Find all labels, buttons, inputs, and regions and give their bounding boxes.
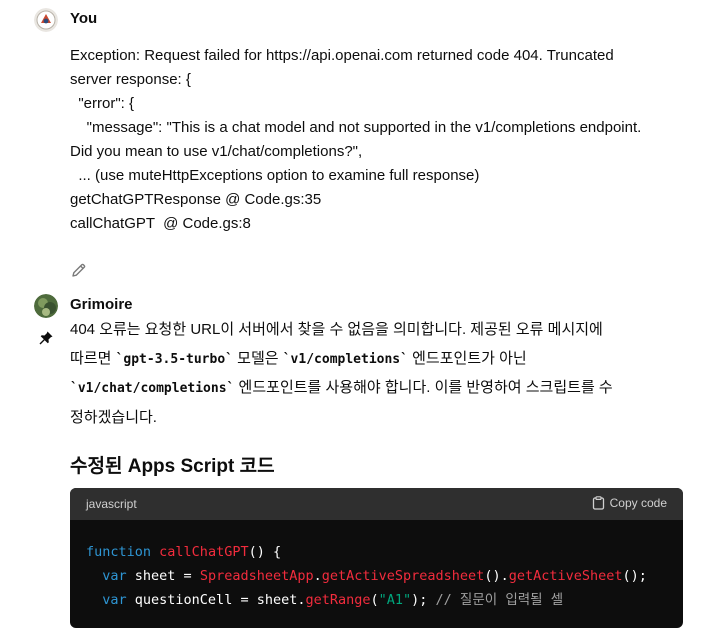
code-block-header: javascript Copy code <box>70 488 683 520</box>
code-language-label: javascript <box>86 497 137 511</box>
user-line: Did you mean to use v1/chat/completions?… <box>70 143 363 160</box>
code-line: var sheet = SpreadsheetApp.getActiveSpre… <box>102 568 647 584</box>
user-message-text: Exception: Request failed for https://ap… <box>70 44 680 236</box>
inline-code: `gpt-3.5-turbo` <box>115 351 233 367</box>
assistant-message-text: 404 오류는 요청한 URL이 서버에서 찾을 수 없음을 의미합니다. 제공… <box>70 316 682 432</box>
code-line: var questionCell = sheet.getRange("A1");… <box>102 592 564 608</box>
user-author-name: You <box>70 10 98 27</box>
user-line: ... (use muteHttpExceptions option to ex… <box>70 167 480 184</box>
user-line: "message": "This is a chat model and not… <box>70 119 642 136</box>
pin-icon[interactable] <box>38 330 54 346</box>
assistant-author-name: Grimoire <box>70 296 133 313</box>
user-line: getChatGPTResponse @ Code.gs:35 <box>70 191 322 208</box>
section-heading: 수정된 Apps Script 코드 <box>70 456 275 477</box>
clipboard-icon <box>592 496 604 510</box>
copy-code-button[interactable]: Copy code <box>592 496 667 510</box>
assistant-avatar[interactable] <box>34 294 58 318</box>
assistant-paragraph-line: `v1/chat/completions` 엔드포인트를 사용해야 합니다. 이… <box>70 379 613 396</box>
assistant-paragraph-line: 정하겠습니다. <box>70 408 157 426</box>
assistant-paragraph-line: 404 오류는 요청한 URL이 서버에서 찾을 수 없음을 의미합니다. 제공… <box>70 321 603 338</box>
user-line: "error": { <box>70 95 134 112</box>
user-avatar[interactable] <box>34 8 58 32</box>
pencil-edit-icon[interactable] <box>70 261 88 279</box>
copy-code-label: Copy code <box>609 496 667 510</box>
code-content: function callChatGPT() { var sheet = Spr… <box>70 520 683 612</box>
user-line: server response: { <box>70 71 191 88</box>
inline-code: `v1/completions` <box>282 351 408 367</box>
user-line: Exception: Request failed for https://ap… <box>70 47 614 64</box>
inline-code: `v1/chat/completions` <box>70 381 235 396</box>
code-block: javascript Copy code function callChatGP… <box>70 488 683 628</box>
user-line: callChatGPT @ Code.gs:8 <box>70 215 251 232</box>
code-line: function callChatGPT() { <box>86 544 282 560</box>
assistant-paragraph-line: 따르면 `gpt-3.5-turbo` 모델은 `v1/completions`… <box>70 349 527 367</box>
